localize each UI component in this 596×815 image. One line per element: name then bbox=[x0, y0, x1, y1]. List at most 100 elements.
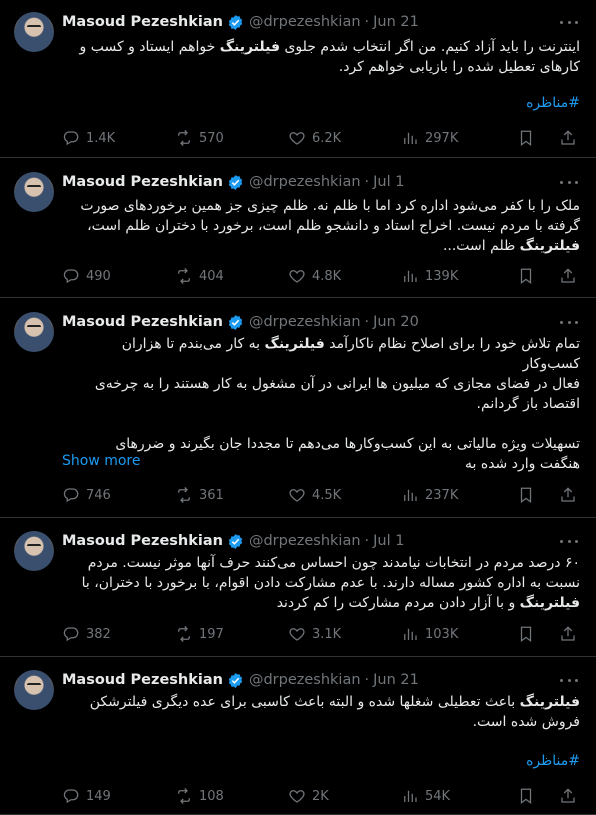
likes-count: 6.2K bbox=[312, 130, 342, 146]
likes-count: 4.8K bbox=[312, 268, 342, 284]
reply-button[interactable]: 149 bbox=[62, 786, 111, 806]
separator-dot: · bbox=[364, 314, 370, 330]
like-button[interactable]: 2K bbox=[288, 786, 329, 806]
views-button[interactable]: 297K bbox=[401, 128, 458, 148]
tweet-text-line: ۶۰ درصد مردم در انتخابات نیامدند چون احس… bbox=[62, 553, 580, 573]
tweet-header: Masoud Pezeshkian @drpezeshkian · Jul 1 bbox=[62, 172, 405, 192]
like-button[interactable]: 3.1K bbox=[288, 624, 341, 644]
tweet-text-line: فیلترینگ ظلم است... bbox=[62, 236, 580, 256]
avatar[interactable] bbox=[14, 670, 54, 710]
repost-button[interactable]: 361 bbox=[175, 485, 224, 505]
tweet-date[interactable]: Jul 1 bbox=[373, 533, 404, 549]
hashtag-link[interactable]: #مناظره bbox=[526, 95, 580, 111]
like-button[interactable]: 4.5K bbox=[288, 485, 341, 505]
views-button[interactable]: 237K bbox=[401, 485, 458, 505]
tweet-text-line: نسبت به اداره کشور مساله دارند. با عدم م… bbox=[62, 573, 580, 593]
more-options-icon[interactable] bbox=[560, 671, 578, 689]
tweet-text-line: گرفته با مردم نیست. اخراج استاد و دانشجو… bbox=[62, 216, 580, 236]
reposts-count: 108 bbox=[199, 788, 224, 804]
hashtag-link[interactable]: #مناظره bbox=[526, 753, 580, 769]
verified-badge-icon bbox=[227, 314, 244, 331]
like-icon bbox=[288, 129, 312, 147]
author-handle[interactable]: @drpezeshkian bbox=[249, 672, 361, 688]
author-name[interactable]: Masoud Pezeshkian bbox=[62, 174, 223, 190]
show-more-link[interactable]: Show more bbox=[62, 453, 141, 469]
reply-button[interactable]: 1.4K bbox=[62, 128, 115, 148]
views-button[interactable]: 139K bbox=[401, 266, 458, 286]
tweet-text-line bbox=[62, 414, 580, 434]
avatar-glasses bbox=[27, 25, 41, 31]
bookmark-button[interactable] bbox=[517, 624, 535, 644]
share-button[interactable] bbox=[559, 786, 577, 806]
keyword-highlight: فیلترینگ bbox=[519, 238, 580, 254]
tweet-actions: 382 197 3.1K 103K bbox=[62, 624, 582, 644]
tweet-card[interactable]: Masoud Pezeshkian @drpezeshkian · Jul 1 ملک … bbox=[0, 158, 596, 298]
author-name[interactable]: Masoud Pezeshkian bbox=[62, 314, 223, 330]
verified-badge-icon bbox=[227, 533, 244, 550]
tweet-date[interactable]: Jun 21 bbox=[373, 672, 419, 688]
tweet-actions: 1.4K 570 6.2K 297K bbox=[62, 128, 582, 148]
tweet-card[interactable]: Masoud Pezeshkian @drpezeshkian · Jun 21 فیل… bbox=[0, 657, 596, 815]
more-options-icon[interactable] bbox=[560, 532, 578, 550]
bookmark-button[interactable] bbox=[517, 485, 535, 505]
tweet-card[interactable]: Masoud Pezeshkian @drpezeshkian · Jun 20 تما… bbox=[0, 298, 596, 518]
more-options-icon[interactable] bbox=[560, 13, 578, 31]
author-name[interactable]: Masoud Pezeshkian bbox=[62, 672, 223, 688]
tweet-date[interactable]: Jun 21 bbox=[373, 14, 419, 30]
repost-button[interactable]: 570 bbox=[175, 128, 224, 148]
text-segment: ۶۰ درصد مردم در انتخابات نیامدند چون احس… bbox=[87, 555, 580, 571]
tweet-header: Masoud Pezeshkian @drpezeshkian · Jul 1 bbox=[62, 531, 405, 551]
likes-count: 3.1K bbox=[312, 626, 342, 642]
avatar[interactable] bbox=[14, 12, 54, 52]
share-button[interactable] bbox=[559, 624, 577, 644]
author-handle[interactable]: @drpezeshkian bbox=[249, 14, 361, 30]
share-button[interactable] bbox=[559, 266, 577, 286]
bookmark-icon bbox=[517, 267, 535, 285]
replies-count: 746 bbox=[86, 487, 111, 503]
like-button[interactable]: 6.2K bbox=[288, 128, 341, 148]
share-icon bbox=[559, 486, 577, 504]
author-handle[interactable]: @drpezeshkian bbox=[249, 533, 361, 549]
author-handle[interactable]: @drpezeshkian bbox=[249, 314, 361, 330]
avatar[interactable] bbox=[14, 531, 54, 571]
share-button[interactable] bbox=[559, 485, 577, 505]
repost-button[interactable]: 404 bbox=[175, 266, 224, 286]
views-button[interactable]: 103K bbox=[401, 624, 458, 644]
separator-dot: · bbox=[364, 672, 370, 688]
avatar-glasses bbox=[27, 325, 41, 331]
views-count: 103K bbox=[425, 626, 459, 642]
author-name[interactable]: Masoud Pezeshkian bbox=[62, 14, 223, 30]
repost-button[interactable]: 108 bbox=[175, 786, 224, 806]
repost-icon bbox=[175, 787, 199, 805]
tweet-card[interactable]: Masoud Pezeshkian @drpezeshkian · Jul 1 ۶۰ د… bbox=[0, 518, 596, 657]
like-button[interactable]: 4.8K bbox=[288, 266, 341, 286]
reply-button[interactable]: 382 bbox=[62, 624, 111, 644]
text-segment: گرفته با مردم نیست. اخراج استاد و دانشجو… bbox=[87, 218, 580, 234]
avatar[interactable] bbox=[14, 172, 54, 212]
author-handle[interactable]: @drpezeshkian bbox=[249, 174, 361, 190]
avatar[interactable] bbox=[14, 312, 54, 352]
more-options-icon[interactable] bbox=[560, 313, 578, 331]
tweet-date[interactable]: Jun 20 bbox=[373, 314, 419, 330]
text-segment: و با آزار دادن مردم مشارکت را کم کردند bbox=[276, 595, 520, 611]
bookmark-button[interactable] bbox=[517, 786, 535, 806]
tweet-card[interactable]: Masoud Pezeshkian @drpezeshkian · Jun 21 این… bbox=[0, 0, 596, 158]
share-button[interactable] bbox=[559, 128, 577, 148]
like-icon bbox=[288, 787, 312, 805]
tweet-date[interactable]: Jul 1 bbox=[373, 174, 404, 190]
reply-button[interactable]: 746 bbox=[62, 485, 111, 505]
bookmark-button[interactable] bbox=[517, 266, 535, 286]
text-segment: فروش شده است. bbox=[472, 714, 580, 730]
share-icon bbox=[559, 129, 577, 147]
reply-button[interactable]: 490 bbox=[62, 266, 111, 286]
separator-dot: · bbox=[364, 533, 370, 549]
bookmark-icon bbox=[517, 486, 535, 504]
keyword-highlight: فیلترینگ bbox=[519, 694, 580, 710]
bookmark-button[interactable] bbox=[517, 128, 535, 148]
more-options-icon[interactable] bbox=[560, 173, 578, 191]
avatar-glasses bbox=[27, 683, 41, 689]
repost-button[interactable]: 197 bbox=[175, 624, 224, 644]
views-count: 297K bbox=[425, 130, 459, 146]
author-name[interactable]: Masoud Pezeshkian bbox=[62, 533, 223, 549]
views-button[interactable]: 54K bbox=[401, 786, 450, 806]
